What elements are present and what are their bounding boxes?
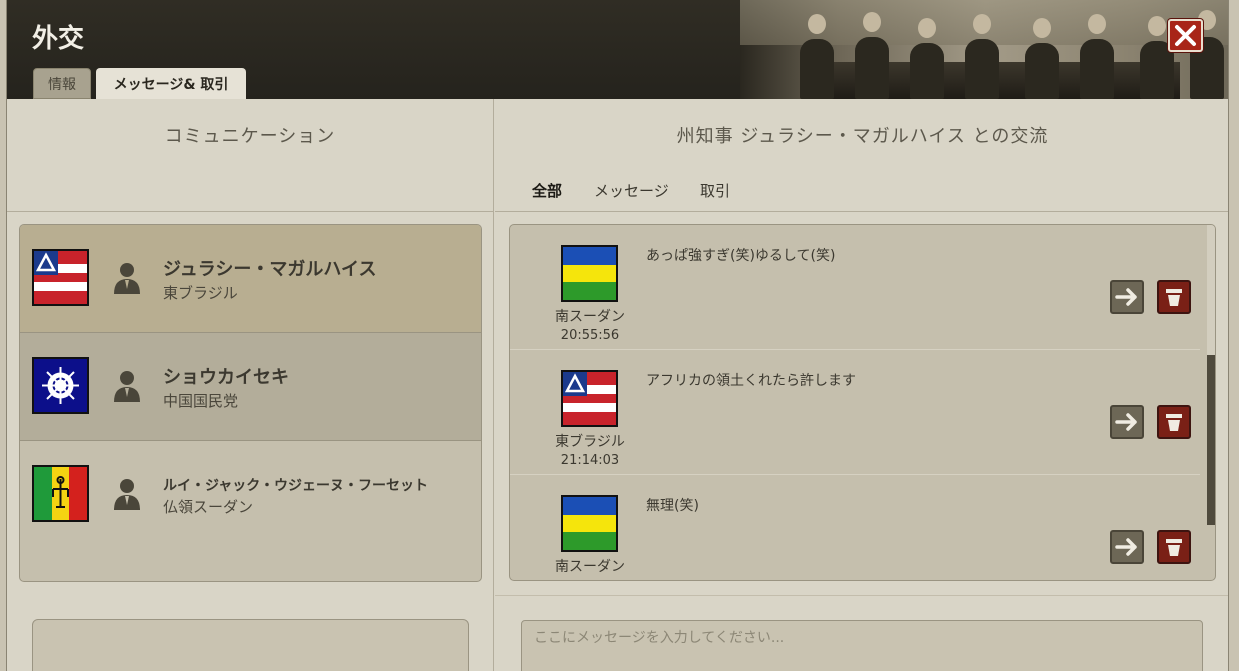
south-sudan-flag-icon bbox=[561, 495, 618, 552]
delete-button[interactable] bbox=[1157, 280, 1191, 314]
arrow-right-icon bbox=[1115, 288, 1137, 306]
contact-item[interactable]: ジュラシー・マガルハイス 東ブラジル bbox=[20, 225, 481, 333]
message-text: アフリカの領土くれたら許します bbox=[646, 373, 856, 389]
lower-panel bbox=[32, 619, 469, 671]
divider bbox=[495, 595, 1228, 596]
contact-nation: 東ブラジル bbox=[163, 284, 238, 302]
delete-button[interactable] bbox=[1157, 405, 1191, 439]
east-brazil-flag-icon bbox=[561, 370, 618, 427]
window-header: 外交 情報 メッセージ& 取引 bbox=[7, 0, 1228, 99]
contact-name: ジュラシー・マガルハイス bbox=[163, 259, 377, 280]
tab-messages-trade[interactable]: メッセージ& 取引 bbox=[96, 68, 246, 99]
arrow-right-icon bbox=[1115, 538, 1137, 556]
contact-name: ショウカイセキ bbox=[163, 367, 289, 388]
conversation-title: 州知事 ジュラシー・マガルハイス との交流 bbox=[676, 126, 1049, 147]
french-sudan-flag-icon bbox=[32, 465, 89, 522]
close-icon bbox=[1175, 25, 1196, 46]
communication-title: コミュニケーション bbox=[164, 126, 336, 147]
leader-icon bbox=[112, 369, 142, 403]
trash-icon bbox=[1166, 414, 1182, 431]
message-time: 21:14:03 bbox=[560, 453, 620, 468]
contact-item[interactable]: ショウカイセキ 中国国民党 bbox=[20, 333, 481, 441]
east-brazil-flag-icon bbox=[32, 249, 89, 306]
tab-info[interactable]: 情報 bbox=[33, 68, 91, 99]
filter-trade[interactable]: 取引 bbox=[700, 180, 730, 201]
leader-icon bbox=[112, 261, 142, 295]
trash-icon bbox=[1166, 539, 1182, 556]
contact-item[interactable]: ルイ・ジャック・ウジェーヌ・フーセット 仏領スーダン bbox=[20, 441, 481, 549]
south-sudan-flag-icon bbox=[561, 245, 618, 302]
close-button[interactable] bbox=[1168, 19, 1203, 52]
message-text: あっぱ強すぎ(笑)ゆるして(笑) bbox=[646, 248, 836, 264]
communication-header: コミュニケーション bbox=[7, 99, 494, 212]
message-nation: 東ブラジル bbox=[555, 434, 625, 450]
reply-button[interactable] bbox=[1110, 530, 1144, 564]
window-title: 外交 bbox=[32, 24, 85, 54]
reply-button[interactable] bbox=[1110, 280, 1144, 314]
message-text: 無理(笑) bbox=[646, 498, 699, 514]
contact-list: ジュラシー・マガルハイス 東ブラジル ショウカイセキ 中国国民党 ルイ・ジャック… bbox=[19, 224, 482, 582]
contact-nation: 中国国民党 bbox=[163, 392, 239, 410]
conversation-header: 州知事 ジュラシー・マガルハイス との交流 全部 メッセージ 取引 bbox=[495, 99, 1228, 212]
kmt-flag-icon bbox=[32, 357, 89, 414]
arrow-right-icon bbox=[1115, 413, 1137, 431]
filter-messages[interactable]: メッセージ bbox=[594, 180, 669, 201]
contact-nation: 仏領スーダン bbox=[163, 498, 254, 516]
message-list: 南スーダン 20:55:56 あっぱ強すぎ(笑)ゆるして(笑) 東ブラジル 21… bbox=[509, 224, 1216, 581]
message-scrollbar-thumb[interactable] bbox=[1207, 355, 1215, 525]
diplomacy-window: 外交 情報 メッセージ& 取引 コミュニケーション ジュラシー・マガルハイス 東… bbox=[6, 0, 1229, 671]
message-item: 東ブラジル 21:14:03 アフリカの領土くれたら許します bbox=[510, 350, 1200, 475]
message-item: 南スーダン 20:55:56 あっぱ強すぎ(笑)ゆるして(笑) bbox=[510, 225, 1200, 350]
trash-icon bbox=[1166, 289, 1182, 306]
delete-button[interactable] bbox=[1157, 530, 1191, 564]
message-input[interactable] bbox=[521, 620, 1203, 671]
contact-name: ルイ・ジャック・ウジェーヌ・フーセット bbox=[163, 478, 429, 494]
message-nation: 南スーダン bbox=[555, 559, 625, 575]
reply-button[interactable] bbox=[1110, 405, 1144, 439]
header-photo bbox=[740, 0, 1228, 99]
leader-icon bbox=[112, 477, 142, 511]
message-item: 南スーダン 無理(笑) bbox=[510, 475, 1200, 580]
communication-body: ジュラシー・マガルハイス 東ブラジル ショウカイセキ 中国国民党 ルイ・ジャック… bbox=[7, 212, 494, 671]
message-time: 20:55:56 bbox=[560, 328, 620, 343]
message-nation: 南スーダン bbox=[555, 309, 625, 325]
filter-all[interactable]: 全部 bbox=[532, 180, 562, 201]
